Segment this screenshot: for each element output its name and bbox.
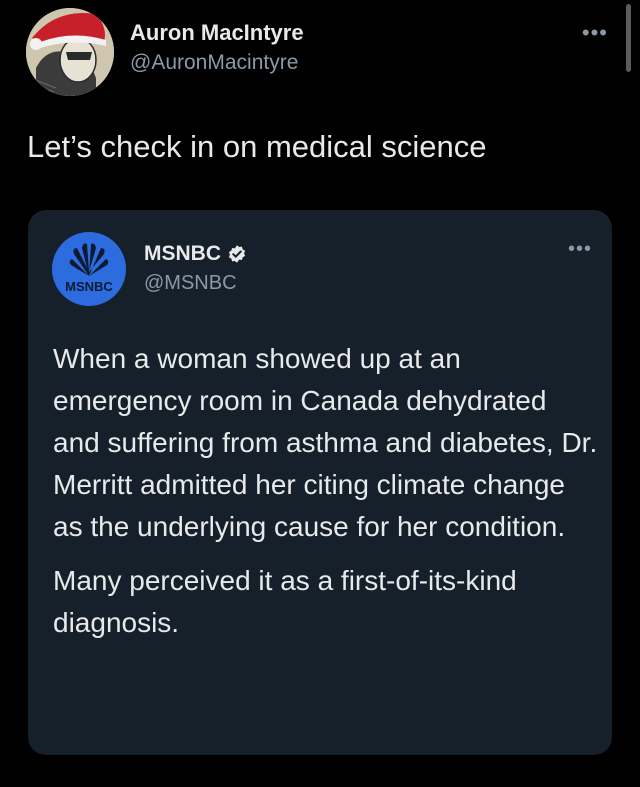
quoted-paragraph: When a woman showed up at an emergency r…	[53, 343, 598, 542]
tweet-header: Auron MacIntyre @AuronMacintyre •••	[26, 8, 640, 98]
peacock-logo-icon	[69, 243, 109, 276]
santa-hat-portrait-icon	[26, 8, 114, 96]
quoted-author-handle[interactable]: @MSNBC	[144, 272, 247, 295]
tweet-text: Let’s check in on medical science	[27, 129, 487, 164]
author-name[interactable]: Auron MacIntyre	[130, 20, 304, 46]
quoted-paragraph: Many perceived it as a first-of-its-kind…	[53, 565, 517, 638]
quoted-author-info: MSNBC @MSNBC	[144, 242, 247, 295]
quoted-more-options-button[interactable]: •••	[568, 238, 592, 261]
quoted-tweet-body: When a woman showed up at an emergency r…	[53, 338, 598, 644]
author-avatar[interactable]	[26, 8, 114, 96]
msnbc-avatar[interactable]: MSNBC	[52, 232, 126, 306]
quoted-author-name[interactable]: MSNBC	[144, 242, 221, 266]
msnbc-avatar-label: MSNBC	[65, 279, 113, 294]
quoted-tweet-card[interactable]: MSNBC MSNBC @MSNBC ••• When a woman show…	[28, 210, 612, 755]
author-handle[interactable]: @AuronMacintyre	[130, 49, 304, 76]
more-options-button[interactable]: •••	[582, 20, 608, 46]
verified-badge-icon	[228, 245, 246, 263]
author-info: Auron MacIntyre @AuronMacintyre	[130, 20, 304, 77]
